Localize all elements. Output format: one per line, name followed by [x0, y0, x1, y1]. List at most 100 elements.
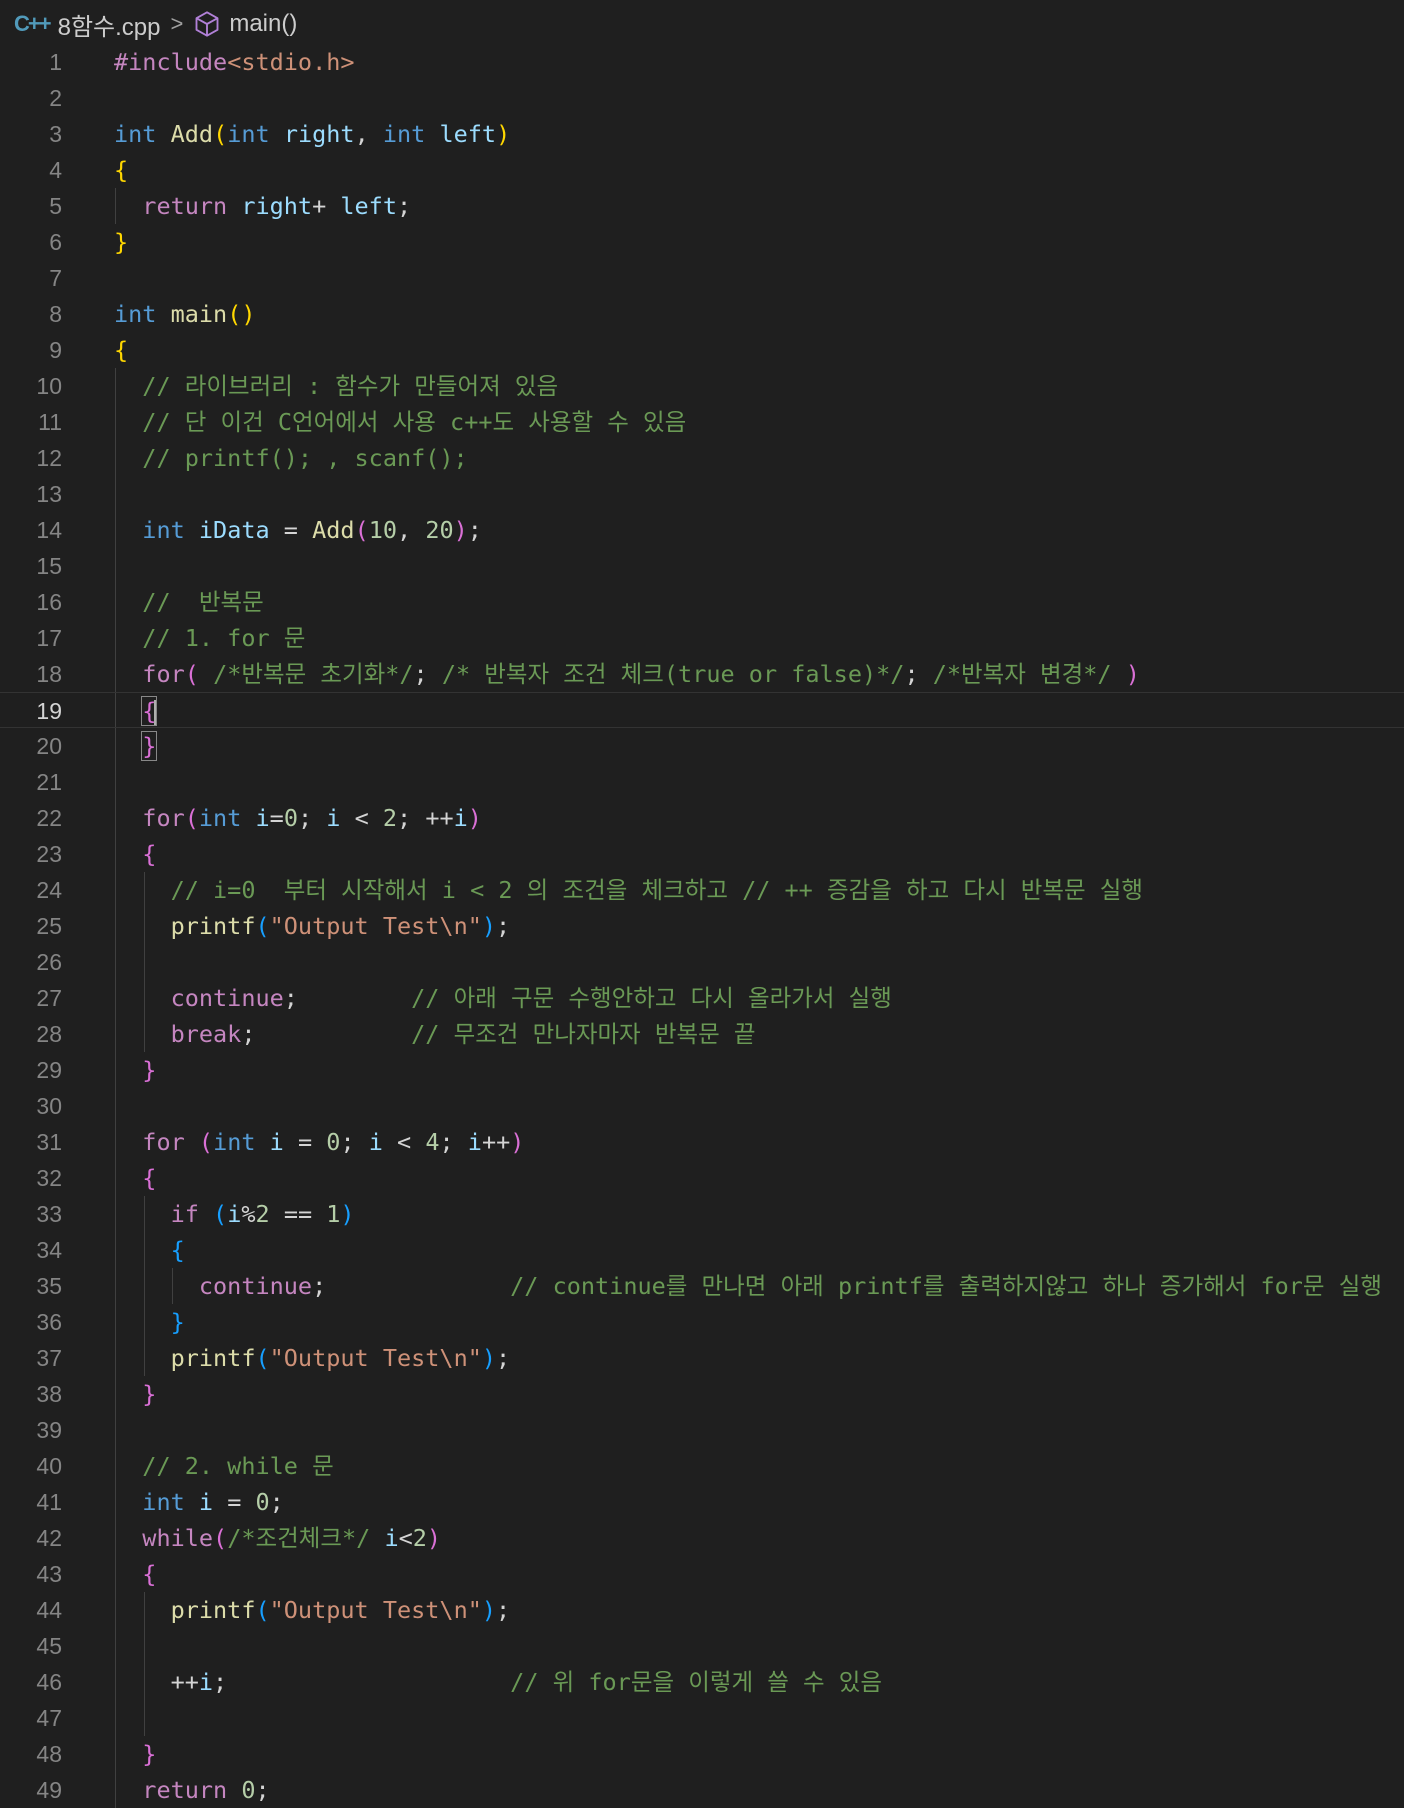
code-line[interactable]: 21 — [0, 764, 1404, 800]
code-line[interactable]: 12 // printf(); , scanf(); — [0, 440, 1404, 476]
code-line[interactable]: 14 int iData = Add(10, 20); — [0, 512, 1404, 548]
code-line[interactable]: 24 // i=0 부터 시작해서 i < 2 의 조건을 체크하고 // ++… — [0, 872, 1404, 908]
code-line[interactable]: 33 if (i%2 == 1) — [0, 1196, 1404, 1232]
code-line[interactable]: 28 break; // 무조건 만나자마자 반복문 끝 — [0, 1016, 1404, 1052]
line-number: 22 — [36, 805, 62, 831]
line-number: 47 — [36, 1705, 62, 1731]
code-line[interactable]: 15 — [0, 548, 1404, 584]
code-line[interactable]: 36 } — [0, 1304, 1404, 1340]
code-editor[interactable]: 1 #include<stdio.h> 2 3 int Add(int right, i… — [0, 44, 1404, 1808]
token-var: i — [467, 1128, 482, 1156]
code-line[interactable]: 3 int Add(int right, int left) — [0, 116, 1404, 152]
code-line[interactable]: 17 // 1. for 문 — [0, 620, 1404, 656]
code-text: int i = 0; — [114, 1484, 284, 1520]
line-number: 37 — [36, 1345, 62, 1371]
code-line[interactable]: 26 — [0, 944, 1404, 980]
line-number: 42 — [36, 1525, 62, 1551]
code-line[interactable]: 20 } — [0, 728, 1404, 764]
token-kw: int — [213, 1128, 256, 1156]
token-cmt: // 위 for문을 이렇게 쓸 수 있음 — [510, 1668, 883, 1696]
code-line[interactable]: 47 — [0, 1700, 1404, 1736]
indent-guide — [115, 944, 116, 980]
code-line[interactable]: 27 continue; // 아래 구문 수행안하고 다시 올라가서 실행 — [0, 980, 1404, 1016]
code-line[interactable]: 2 — [0, 80, 1404, 116]
code-line[interactable]: 32 { — [0, 1160, 1404, 1196]
line-number: 43 — [36, 1561, 62, 1587]
code-line[interactable]: 38 } — [0, 1376, 1404, 1412]
token-var: i — [384, 1524, 399, 1552]
code-line[interactable]: 42 while(/*조건체크*/ i<2) — [0, 1520, 1404, 1556]
line-number: 32 — [36, 1165, 62, 1191]
token-kw: int — [142, 1488, 185, 1516]
token-ctl: break — [170, 1020, 242, 1048]
token-txt: = — [269, 804, 284, 832]
code-line[interactable]: 19 { — [0, 692, 1404, 728]
code-line[interactable]: 48 } — [0, 1736, 1404, 1772]
code-line[interactable]: 16 // 반복문 — [0, 584, 1404, 620]
token-b3: ( — [255, 912, 270, 940]
token-kw: int — [114, 300, 157, 328]
line-number: 3 — [49, 121, 62, 147]
code-text: return 0; — [114, 1772, 269, 1808]
code-line[interactable]: 22 for(int i=0; i < 2; ++i) — [0, 800, 1404, 836]
token-num: 4 — [425, 1128, 440, 1156]
token-ctl: for — [142, 1128, 185, 1156]
code-line[interactable]: 11 // 단 이건 C언어에서 사용 c++도 사용할 수 있음 — [0, 404, 1404, 440]
line-number: 38 — [36, 1381, 62, 1407]
code-line[interactable]: 8 int main() — [0, 296, 1404, 332]
code-line[interactable]: 46 ++i; // 위 for문을 이렇게 쓸 수 있음 — [0, 1664, 1404, 1700]
code-line[interactable]: 44 printf("Output Test\n"); — [0, 1592, 1404, 1628]
token-var: i — [326, 804, 341, 832]
token-b3: ( — [255, 1344, 270, 1372]
code-line[interactable]: 49 return 0; — [0, 1772, 1404, 1808]
code-line[interactable]: 6} — [0, 224, 1404, 260]
code-line[interactable]: 23 { — [0, 836, 1404, 872]
token-cmt: // i=0 부터 시작해서 i < 2 의 조건을 체크하고 // ++ 증감… — [170, 876, 1144, 904]
code-text: // 반복문 — [114, 584, 263, 620]
code-text: printf("Output Test\n"); — [114, 908, 511, 944]
token-kw: int — [382, 120, 426, 148]
token-txt: , — [354, 120, 383, 148]
breadcrumb-file[interactable]: 8함수.cpp — [58, 7, 161, 42]
indent-guide — [115, 1412, 116, 1448]
token-txt: ; — [496, 912, 511, 940]
breadcrumb-symbol[interactable]: main() — [229, 10, 297, 38]
code-line[interactable]: 4{ — [0, 152, 1404, 188]
code-line[interactable]: 31 for (int i = 0; i < 4; i++) — [0, 1124, 1404, 1160]
code-line[interactable]: 35 continue; // continue를 만나면 아래 printf를… — [0, 1268, 1404, 1304]
code-line[interactable]: 40 // 2. while 문 — [0, 1448, 1404, 1484]
line-number: 46 — [36, 1669, 62, 1695]
token-b1: () — [227, 300, 256, 328]
token-txt: ++ — [481, 1128, 511, 1156]
code-line[interactable]: 10 // 라이브러리 : 함수가 만들어져 있음 — [0, 368, 1404, 404]
code-line[interactable]: 37 printf("Output Test\n"); — [0, 1340, 1404, 1376]
code-line[interactable]: 1 #include<stdio.h> — [0, 44, 1404, 80]
code-line[interactable]: 9{ — [0, 332, 1404, 368]
code-line[interactable]: 39 — [0, 1412, 1404, 1448]
token-b3: ) — [481, 1596, 497, 1624]
code-line[interactable]: 34 { — [0, 1232, 1404, 1268]
code-line[interactable]: 29 } — [0, 1052, 1404, 1088]
token-var: i — [198, 1668, 214, 1696]
token-txt: ; ++ — [397, 804, 454, 832]
code-line[interactable]: 30 — [0, 1088, 1404, 1124]
code-line[interactable]: 45 — [0, 1628, 1404, 1664]
code-line[interactable]: 13 — [0, 476, 1404, 512]
code-line[interactable]: 18 for( /*반복문 초기화*/; /* 반복자 조건 체크(true o… — [0, 656, 1404, 692]
chevron-right-icon: > — [170, 11, 184, 36]
breadcrumb: C++ 8함수.cpp > main() — [14, 6, 297, 42]
token-cmt: // 단 이건 C언어에서 사용 c++도 사용할 수 있음 — [142, 408, 687, 436]
code-line[interactable]: 7 — [0, 260, 1404, 296]
token-b1: { — [114, 156, 129, 184]
code-line[interactable]: 41 int i = 0; — [0, 1484, 1404, 1520]
code-line[interactable]: 25 printf("Output Test\n"); — [0, 908, 1404, 944]
token-kw: int — [227, 120, 270, 148]
code-line[interactable]: 43 { — [0, 1556, 1404, 1592]
token-var: left — [439, 120, 497, 148]
code-line[interactable]: 5 return right+ left; — [0, 188, 1404, 224]
